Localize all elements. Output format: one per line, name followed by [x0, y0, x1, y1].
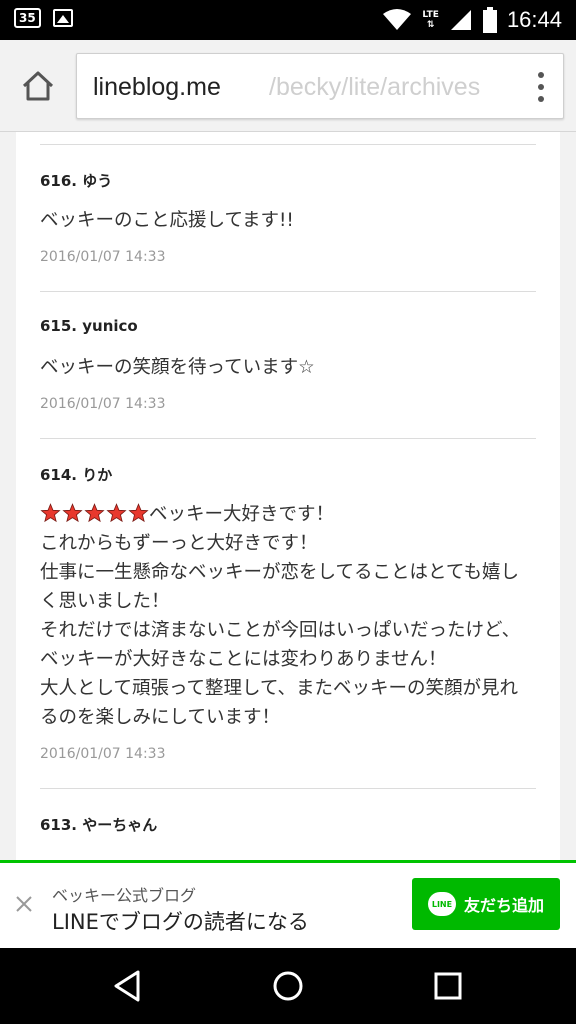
- star-icon: [106, 503, 127, 523]
- comment-number: 615.: [40, 317, 78, 335]
- notification-35-icon: 35: [14, 8, 41, 28]
- signal-icon: [450, 10, 471, 30]
- line-logo-icon: LINE: [427, 892, 456, 916]
- battery-icon: [482, 7, 497, 33]
- add-friend-button[interactable]: LINE 友だち追加: [412, 878, 560, 930]
- comment-body-rest: これからもずーっと大好きです！ 仕事に一生懸命なベッキーが恋をしてることはとても…: [40, 533, 521, 728]
- comment-body: ベッキーの笑顔を待っています☆: [40, 357, 315, 378]
- back-icon[interactable]: [108, 966, 148, 1006]
- url-host: lineblog.me: [93, 73, 221, 101]
- comment-list: 616. ゆう ベッキーのこと応援してます!! 2016/01/07 14:33…: [40, 144, 536, 858]
- recents-icon[interactable]: [428, 966, 468, 1006]
- comment-number: 613.: [40, 816, 78, 834]
- comment-613: 613. やーちゃん: [40, 788, 536, 858]
- comment-author: yunico: [82, 317, 138, 335]
- comment-body: ベッキー大好きです！ これからもずーっと大好きです！ 仕事に一生懸命なベッキーが…: [40, 500, 536, 732]
- browser-toolbar: lineblog.me /becky/lite/archives: [0, 40, 576, 132]
- comment-616: 616. ゆう ベッキーのこと応援してます!! 2016/01/07 14:33: [40, 144, 536, 291]
- banner-title: ベッキー公式ブログ: [52, 886, 197, 905]
- star-icon: [62, 503, 83, 523]
- comment-header: 614. りか: [40, 464, 536, 486]
- star-icon: [84, 503, 105, 523]
- comment-author: やーちゃん: [82, 816, 158, 834]
- clock: 16:44: [506, 7, 562, 32]
- comment-615: 615. yunico ベッキーの笑顔を待っています☆ 2016/01/07 1…: [40, 291, 536, 438]
- page-content: 616. ゆう ベッキーのこと応援してます!! 2016/01/07 14:33…: [16, 132, 560, 860]
- comment-author: りか: [82, 466, 113, 484]
- comment-number: 614.: [40, 466, 78, 484]
- image-icon: [52, 9, 73, 27]
- line-follow-banner: ベッキー公式ブログ LINEでブログの読者になる LINE 友だち追加: [0, 860, 576, 948]
- comment-body-first-line: ベッキー大好きです！: [149, 504, 335, 525]
- comment-date: 2016/01/07 14:33: [40, 396, 166, 412]
- comment-body: ベッキーのこと応援してます!!: [40, 210, 294, 231]
- comment-author: ゆう: [82, 172, 113, 190]
- star-rating-icons: [40, 503, 149, 523]
- close-icon[interactable]: [14, 894, 34, 914]
- comment-614: 614. りか ベッキー大好きです！ これからもずーっと大好きです！ 仕事に一生…: [40, 438, 536, 788]
- comment-header: 615. yunico: [40, 317, 536, 339]
- star-icon: [40, 503, 61, 523]
- wifi-icon: [383, 9, 412, 30]
- comment-header: 613. やーちゃん: [40, 814, 536, 836]
- url-bar[interactable]: lineblog.me /becky/lite/archives: [76, 53, 564, 119]
- overflow-menu-icon[interactable]: [535, 72, 547, 102]
- comment-date: 2016/01/07 14:33: [40, 746, 166, 762]
- star-icon: [128, 503, 149, 523]
- system-nav-bar: [0, 948, 576, 1024]
- banner-subtitle: LINEでブログの読者になる: [52, 910, 309, 934]
- comment-number: 616.: [40, 172, 78, 190]
- status-bar: 35 LTE ⇅ 16:44: [0, 0, 576, 40]
- home-circle-icon[interactable]: [268, 966, 308, 1006]
- comment-header: 616. ゆう: [40, 170, 536, 192]
- add-friend-label: 友だち追加: [463, 896, 544, 915]
- comment-date: 2016/01/07 14:33: [40, 249, 166, 265]
- home-icon[interactable]: [18, 66, 58, 106]
- lte-icon: LTE ⇅: [422, 10, 439, 30]
- url-path: /becky/lite/archives: [269, 73, 481, 101]
